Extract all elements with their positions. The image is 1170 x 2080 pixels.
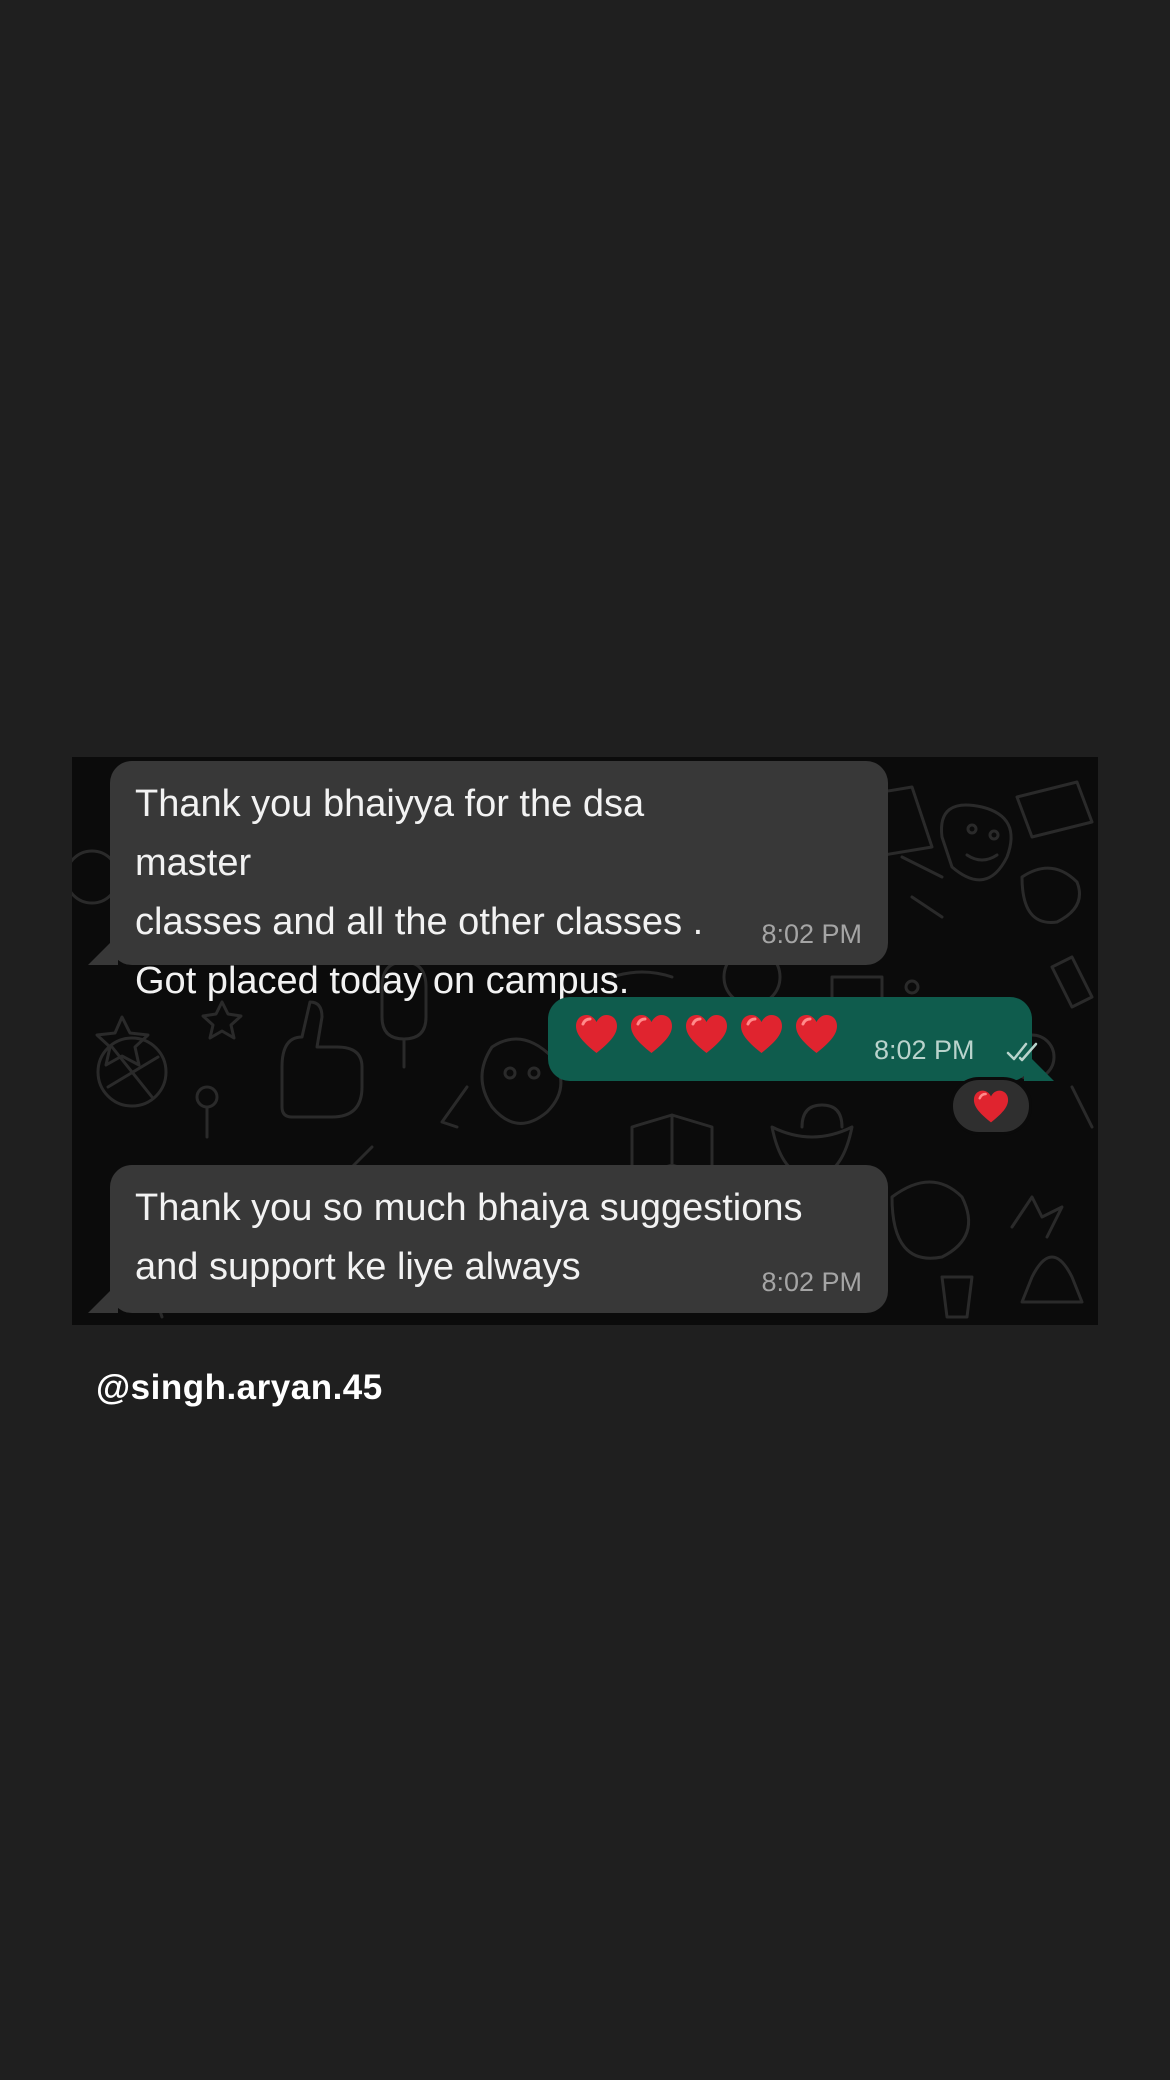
red-heart-icon — [973, 1090, 1009, 1122]
double-check-icon — [1006, 1042, 1038, 1062]
red-heart-icon — [686, 1015, 727, 1053]
message-text: Thank you bhaiyya for the dsa master cla… — [135, 783, 704, 1002]
red-heart-icon — [741, 1015, 782, 1053]
emoji-row — [574, 1013, 839, 1055]
bubble-tail — [88, 1283, 118, 1313]
screenshot-page: Thank you bhaiyya for the dsa master cla… — [0, 0, 1170, 2080]
message-text: Thank you so much bhaiya suggestions and… — [135, 1187, 803, 1288]
incoming-message-bubble[interactable]: Thank you bhaiyya for the dsa master cla… — [88, 761, 888, 1002]
message-timestamp: 8:02 PM — [874, 1035, 975, 1065]
bubble-tail — [88, 935, 118, 965]
outgoing-message-bubble[interactable]: 8:02 PM — [548, 997, 1054, 1081]
red-heart-icon — [576, 1015, 617, 1053]
red-heart-icon — [631, 1015, 672, 1053]
message-timestamp: 8:02 PM — [761, 1267, 862, 1297]
incoming-message-bubble[interactable]: Thank you so much bhaiya suggestions and… — [88, 1165, 888, 1313]
chat-screenshot: Thank you bhaiyya for the dsa master cla… — [72, 757, 1098, 1325]
username-handle: @singh.aryan.45 — [96, 1368, 383, 1407]
message-reaction[interactable] — [950, 1077, 1032, 1135]
red-heart-icon — [796, 1015, 837, 1053]
message-timestamp: 8:02 PM — [761, 919, 862, 949]
